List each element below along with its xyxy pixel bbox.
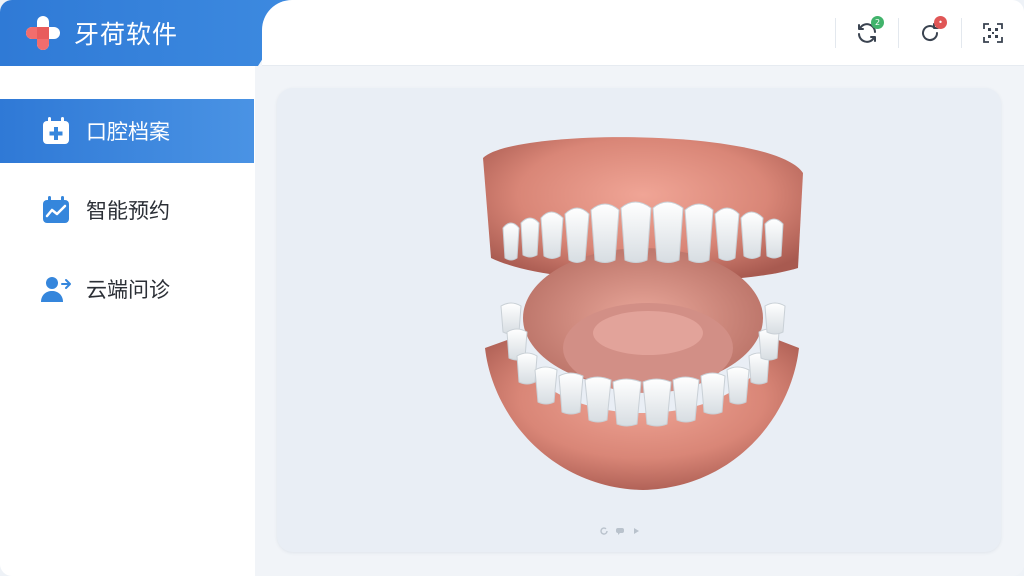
model-viewer-card[interactable] [277, 88, 1001, 552]
sidebar-item-cloud-consultation[interactable]: 云端问诊 [0, 257, 254, 321]
scan-button[interactable] [976, 16, 1010, 50]
chat-icon[interactable] [615, 526, 625, 536]
sync-button[interactable]: 2 [850, 16, 884, 50]
calendar-chart-icon [40, 194, 72, 226]
medical-calendar-icon [40, 115, 72, 147]
top-bar: 2 • [262, 0, 1024, 66]
medical-cross-logo-icon [24, 14, 62, 52]
divider [898, 18, 899, 48]
user-arrow-icon [40, 273, 72, 305]
sync-badge: 2 [871, 16, 884, 29]
qr-scan-icon [983, 23, 1003, 43]
sidebar: 口腔档案 智能预约 云端问诊 [0, 66, 255, 576]
divider [961, 18, 962, 48]
sidebar-item-label: 口腔档案 [86, 120, 170, 144]
sidebar-item-label: 智能预约 [86, 199, 170, 223]
sidebar-item-oral-records[interactable]: 口腔档案 [0, 99, 254, 163]
top-actions: 2 • [821, 16, 1010, 50]
history-button[interactable]: • [913, 16, 947, 50]
divider [835, 18, 836, 48]
main-content [255, 66, 1024, 576]
app-title: 牙荷软件 [74, 20, 179, 49]
sidebar-item-label: 云端问诊 [86, 278, 170, 302]
app-window: 牙荷软件 2 • 口腔档案 智能预约 云端问诊 [0, 0, 1024, 576]
play-icon[interactable] [631, 526, 641, 536]
history-badge: • [934, 16, 947, 29]
rotate-icon[interactable] [599, 526, 609, 536]
sidebar-item-smart-booking[interactable]: 智能预约 [0, 178, 254, 242]
dental-model-3d[interactable] [473, 118, 813, 508]
viewer-controls [599, 526, 641, 536]
brand-header: 牙荷软件 [0, 0, 300, 66]
